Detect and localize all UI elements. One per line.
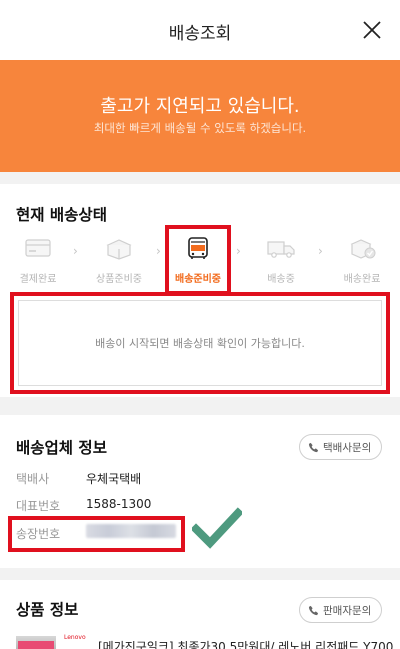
product-thumbnail[interactable] xyxy=(16,636,56,649)
step-label: 결제완료 xyxy=(19,274,57,285)
step-preparing-product: 상품준비중 xyxy=(86,228,152,290)
product-name[interactable]: [메가진구일크] 최종가30.5만원대/ 레노버 리전패드 Y700 xyxy=(98,638,393,649)
phone-label: 대표번호 xyxy=(16,499,61,513)
seller-inquiry-label: 판매자문의 xyxy=(323,604,372,617)
carrier-inquiry-label: 택배사문의 xyxy=(323,441,372,454)
invoice-highlight xyxy=(8,516,185,552)
banner-title: 출고가 지연되고 있습니다. xyxy=(100,96,300,117)
chevron-right-icon: › xyxy=(73,244,78,258)
carrier-value: 우체국택배 xyxy=(86,472,142,486)
section-divider xyxy=(0,172,400,184)
close-icon[interactable] xyxy=(358,16,386,44)
section-divider xyxy=(0,568,400,580)
carrier-info-title: 배송업체 정보 xyxy=(16,439,107,457)
brand-logo: Lenovo xyxy=(64,634,86,641)
product-info-title: 상품 정보 xyxy=(16,601,79,619)
carrier-label: 택배사 xyxy=(16,472,50,486)
chevron-right-icon: › xyxy=(236,244,241,258)
chevron-right-icon: › xyxy=(156,244,161,258)
step-payment-complete: 결제완료 xyxy=(5,228,71,290)
box-icon xyxy=(106,239,132,260)
message-highlight xyxy=(10,292,390,394)
phone-value: 1588-1300 xyxy=(86,497,152,511)
active-step-highlight xyxy=(165,225,231,295)
step-delivered: 배송완료 xyxy=(329,228,395,290)
section-divider xyxy=(0,397,400,415)
banner-subtitle: 최대한 빠르게 배송될 수 있도록 하겠습니다. xyxy=(93,121,307,135)
step-label: 배송중 xyxy=(267,274,295,285)
carrier-inquiry-button[interactable]: 택배사문의 xyxy=(299,434,383,460)
page-title: 배송조회 xyxy=(168,24,232,44)
checkmark-icon xyxy=(192,507,242,549)
truck-icon xyxy=(267,241,295,258)
step-label: 배송완료 xyxy=(343,274,381,285)
phone-icon xyxy=(308,442,319,452)
box-check-icon xyxy=(350,239,376,259)
app-header: 배송조회 xyxy=(0,0,400,60)
phone-icon xyxy=(308,605,319,615)
card-icon xyxy=(25,239,51,257)
delivery-status-title: 현재 배송상태 xyxy=(16,206,107,224)
delay-banner: 출고가 지연되고 있습니다. 최대한 빠르게 배송될 수 있도록 하겠습니다. xyxy=(0,60,400,172)
step-label: 상품준비중 xyxy=(96,274,142,285)
tablet-image xyxy=(18,641,54,649)
seller-inquiry-button[interactable]: 판매자문의 xyxy=(299,597,383,623)
step-in-transit: 배송중 xyxy=(248,228,314,290)
chevron-right-icon: › xyxy=(318,244,323,258)
